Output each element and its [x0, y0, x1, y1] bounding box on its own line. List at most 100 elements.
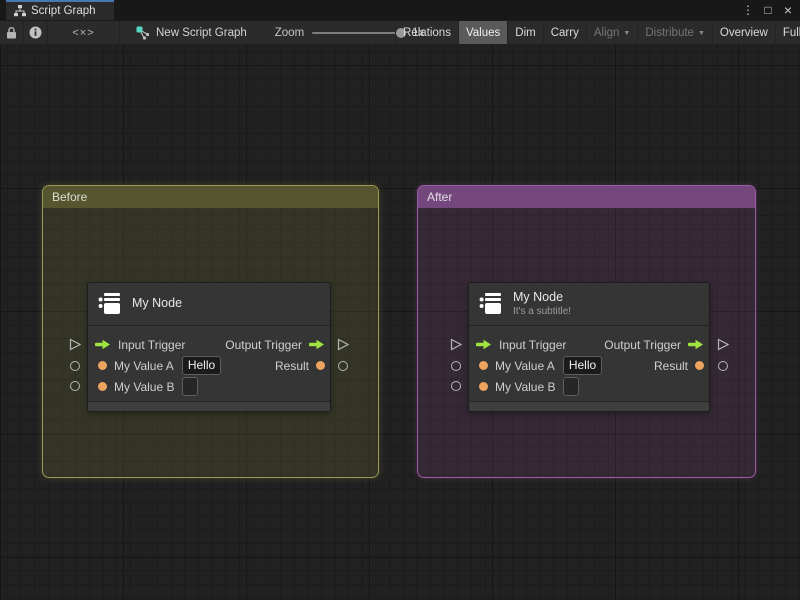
chevron-down-icon: ▼ — [623, 29, 631, 37]
graph-canvas[interactable]: Before After My Node Input Trigger Outpu… — [0, 44, 800, 600]
trigger-port-outline-icon[interactable] — [450, 338, 463, 351]
port-label: My Value B — [495, 379, 556, 394]
value-port-icon — [316, 361, 325, 370]
input-trigger-port[interactable]: Input Trigger — [476, 338, 566, 352]
port-label: Output Trigger — [225, 337, 302, 352]
code-preview-button[interactable]: <×> — [48, 21, 120, 44]
tab-script-graph[interactable]: Script Graph — [6, 0, 114, 20]
port-row-value-b: My Value B — [88, 376, 330, 397]
align-dropdown[interactable]: Align ▼ — [587, 21, 639, 45]
node-my-node-before[interactable]: My Node Input Trigger Output Trigger My … — [87, 282, 331, 412]
node-footer — [88, 401, 330, 411]
graph-hierarchy-icon — [14, 5, 26, 17]
new-script-graph-label: New Script Graph — [156, 26, 247, 39]
port-row-trigger: Input Trigger Output Trigger — [88, 334, 330, 355]
window-controls: ⋮ □ × — [740, 0, 796, 20]
overview-label: Overview — [719, 27, 768, 39]
maximize-icon[interactable]: □ — [760, 3, 776, 17]
port-row-value-a: My Value A Hello Result — [469, 355, 709, 376]
value-b-port[interactable]: My Value B — [476, 377, 580, 396]
lock-button[interactable] — [0, 21, 24, 44]
trigger-arrow-icon — [95, 339, 110, 350]
group-before-title: Before — [52, 190, 88, 204]
chevron-down-icon: ▼ — [697, 29, 705, 37]
lock-icon — [7, 26, 16, 38]
value-port-outline-icon[interactable] — [70, 361, 80, 371]
value-b-port[interactable]: My Value B — [95, 377, 199, 396]
carry-button[interactable]: Carry — [544, 21, 587, 45]
result-port[interactable]: Result — [654, 355, 704, 376]
port-row-value-b: My Value B — [469, 376, 709, 397]
value-port-icon — [695, 361, 704, 370]
group-before-header[interactable]: Before — [43, 186, 378, 208]
relations-button[interactable]: Relations — [396, 21, 459, 45]
node-icon — [98, 293, 120, 314]
node-header[interactable]: My Node — [88, 283, 330, 326]
node-icon — [479, 293, 501, 314]
value-port-outline-icon[interactable] — [451, 381, 461, 391]
values-button[interactable]: Values — [458, 21, 509, 45]
graph-toolbar: <×> New Script Graph Zoom 1x Relations V… — [0, 20, 800, 45]
value-b-input[interactable] — [563, 377, 580, 396]
fullscreen-button[interactable]: Full Scr — [776, 21, 800, 45]
value-a-port[interactable]: My Value A Hello — [95, 356, 222, 375]
tab-label: Script Graph — [31, 5, 96, 17]
distribute-dropdown[interactable]: Distribute ▼ — [638, 21, 713, 45]
value-port-icon — [98, 361, 107, 370]
value-a-input[interactable]: Hello — [562, 356, 603, 375]
input-trigger-port[interactable]: Input Trigger — [95, 338, 185, 352]
value-b-input[interactable] — [182, 377, 199, 396]
trigger-arrow-icon — [688, 339, 703, 350]
value-port-outline-icon[interactable] — [70, 381, 80, 391]
window-menu-icon[interactable]: ⋮ — [740, 3, 756, 17]
node-title: My Node — [132, 296, 183, 311]
node-my-node-after[interactable]: My Node It's a subtitle! Input Trigger O… — [468, 282, 710, 412]
values-label: Values — [465, 27, 501, 39]
value-port-icon — [98, 382, 107, 391]
dim-button[interactable]: Dim — [508, 21, 544, 45]
align-label: Align — [593, 27, 620, 39]
node-body: Input Trigger Output Trigger My Value A — [469, 326, 709, 397]
port-label: My Value A — [114, 358, 174, 373]
port-label: Result — [274, 358, 309, 373]
value-port-outline-icon[interactable] — [451, 361, 461, 371]
port-label: Output Trigger — [604, 337, 681, 352]
dim-label: Dim — [515, 27, 536, 39]
zoom-slider[interactable] — [312, 27, 407, 38]
close-icon[interactable]: × — [780, 2, 796, 18]
distribute-label: Distribute — [645, 27, 694, 39]
output-trigger-port[interactable]: Output Trigger — [604, 334, 704, 355]
output-trigger-port[interactable]: Output Trigger — [225, 334, 325, 355]
fullscreen-label: Full Scr — [782, 27, 800, 39]
script-graph-window: Script Graph ⋮ □ × <×> New Script Graph … — [0, 0, 800, 600]
port-label: Result — [653, 358, 688, 373]
trigger-port-outline-icon[interactable] — [337, 338, 350, 351]
graph-node-icon — [136, 26, 150, 40]
value-port-icon — [479, 361, 488, 370]
trigger-port-outline-icon[interactable] — [69, 338, 82, 351]
group-after-header[interactable]: After — [418, 186, 755, 208]
node-subtitle: It's a subtitle! — [513, 306, 572, 318]
toolbar-right-buttons: Relations Values Dim Carry Align ▼ Distr… — [395, 21, 800, 45]
value-port-outline-icon[interactable] — [338, 361, 348, 371]
zoom-label: Zoom — [274, 26, 305, 39]
info-button[interactable] — [24, 21, 48, 44]
node-footer — [469, 401, 709, 411]
node-body: Input Trigger Output Trigger My Value A — [88, 326, 330, 397]
trigger-arrow-icon — [476, 339, 491, 350]
value-port-outline-icon[interactable] — [718, 361, 728, 371]
carry-label: Carry — [550, 27, 579, 39]
node-header[interactable]: My Node It's a subtitle! — [469, 283, 709, 326]
group-after-title: After — [427, 190, 453, 204]
result-port[interactable]: Result — [275, 355, 325, 376]
value-a-port[interactable]: My Value A Hello — [476, 356, 603, 375]
overview-button[interactable]: Overview — [713, 21, 776, 45]
port-label: My Value A — [495, 358, 555, 373]
value-a-input[interactable]: Hello — [181, 356, 222, 375]
trigger-arrow-icon — [309, 339, 324, 350]
port-row-value-a: My Value A Hello Result — [88, 355, 330, 376]
value-port-icon — [479, 382, 488, 391]
trigger-port-outline-icon[interactable] — [717, 338, 730, 351]
new-script-graph-button[interactable]: New Script Graph — [126, 21, 257, 44]
info-icon — [29, 26, 42, 39]
